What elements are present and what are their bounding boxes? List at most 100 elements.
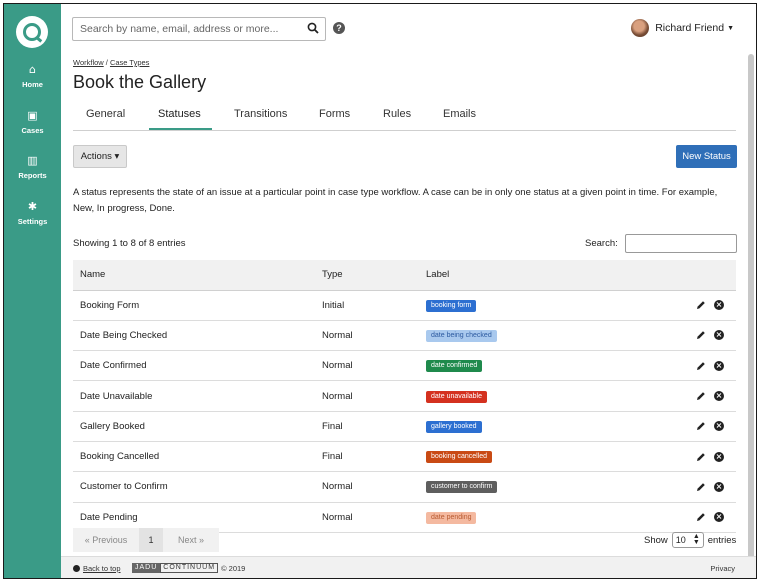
pencil-icon[interactable]: [696, 361, 706, 371]
status-label-cell: gallery booked: [419, 411, 618, 442]
pencil-icon[interactable]: [696, 300, 706, 310]
back-to-top-link[interactable]: Back to top: [73, 564, 121, 573]
status-label-cell: date confirmed: [419, 350, 618, 382]
home-icon: ⌂: [29, 63, 36, 76]
page-length-control: Show 10 ▲ ▼ entries: [644, 532, 736, 548]
status-label-cell: date unavailable: [419, 380, 618, 412]
tab-general[interactable]: General: [86, 108, 125, 128]
status-name: Booking Cancelled: [73, 441, 315, 473]
entries-label: entries: [707, 534, 737, 546]
table-search-input[interactable]: [625, 234, 737, 253]
delete-icon[interactable]: ×: [714, 391, 724, 402]
sidebar-item-home[interactable]: ⌂ Home: [4, 64, 61, 90]
page-number-button[interactable]: 1: [139, 528, 163, 552]
delete-icon[interactable]: ×: [714, 512, 724, 523]
tab-statuses[interactable]: Statuses: [149, 108, 212, 130]
sidebar-item-label: Cases: [21, 126, 44, 135]
tab-rules[interactable]: Rules: [383, 108, 411, 128]
search-input[interactable]: [73, 18, 293, 40]
statuses-table: Name Type Label Booking Form Initial booki…: [73, 260, 736, 533]
main-area: ? Richard Friend ▼ Workflow / Case Types…: [61, 4, 756, 578]
table-search-label: Search:: [585, 238, 618, 249]
status-type: Normal: [315, 471, 419, 503]
sidebar-item-reports[interactable]: ▥ Reports: [4, 155, 61, 181]
help-icon[interactable]: ?: [333, 22, 345, 34]
tab-forms[interactable]: Forms: [319, 108, 350, 128]
sidebar: ⌂ Home ▣ Cases ▥ Reports ✱ Settings: [4, 4, 61, 578]
search-icon[interactable]: [307, 22, 319, 34]
row-actions: ×: [617, 471, 736, 503]
pencil-icon[interactable]: [696, 482, 706, 492]
actions-dropdown-button[interactable]: Actions ▾: [73, 145, 127, 168]
status-label-badge: customer to confirm: [426, 481, 498, 494]
column-header-name[interactable]: Name: [73, 260, 315, 291]
delete-icon[interactable]: ×: [714, 300, 724, 311]
breadcrumb-workflow[interactable]: Workflow: [73, 58, 104, 67]
scrollbar[interactable]: [748, 54, 754, 564]
status-name: Customer to Confirm: [73, 471, 315, 503]
sidebar-item-label: Settings: [17, 217, 48, 226]
row-actions: ×: [617, 380, 736, 412]
pencil-icon[interactable]: [696, 391, 706, 401]
status-name: Booking Form: [73, 290, 315, 321]
status-label-badge: gallery booked: [426, 420, 482, 433]
status-type: Normal: [315, 380, 419, 412]
delete-icon[interactable]: ×: [714, 330, 724, 341]
status-label-cell: date being checked: [419, 320, 618, 352]
table-row: Booking Cancelled Final booking cancelled ×: [73, 441, 736, 473]
status-label-badge: booking cancelled: [426, 451, 493, 464]
copyright: © 2019: [221, 563, 246, 573]
footer: Back to top JADU CONTINUUM © 2019 Privacy: [61, 556, 756, 578]
arrow-up-circle-icon: [73, 565, 80, 572]
status-label-badge: date unavailable: [426, 390, 487, 403]
pencil-icon[interactable]: [696, 512, 706, 522]
pagination: « Previous 1 Next »: [73, 528, 219, 552]
status-label-cell: date pending: [419, 502, 618, 533]
sidebar-item-settings[interactable]: ✱ Settings: [4, 201, 61, 227]
tab-transitions[interactable]: Transitions: [234, 108, 287, 128]
privacy-link[interactable]: Privacy: [710, 564, 735, 573]
bar-chart-icon: ▥: [27, 154, 38, 167]
row-actions: ×: [617, 320, 736, 352]
status-name: Date Being Checked: [73, 320, 315, 352]
sidebar-item-cases[interactable]: ▣ Cases: [4, 110, 61, 136]
page-length-select[interactable]: 10 ▲ ▼: [671, 532, 704, 548]
table-row: Date Being Checked Normal date being check…: [73, 320, 736, 352]
back-to-top-label: Back to top: [83, 564, 121, 573]
pencil-icon[interactable]: [696, 421, 706, 431]
status-name: Date Unavailable: [73, 380, 315, 412]
table-row: Date Unavailable Normal date unavailable ×: [73, 380, 736, 412]
app-logo[interactable]: [16, 16, 48, 48]
pencil-icon[interactable]: [696, 452, 706, 462]
delete-icon[interactable]: ×: [714, 360, 724, 371]
show-label: Show: [644, 534, 668, 546]
breadcrumb-case-types[interactable]: Case Types: [110, 58, 149, 67]
status-name: Gallery Booked: [73, 411, 315, 442]
table-row: Booking Form Initial booking form ×: [73, 290, 736, 321]
user-menu[interactable]: Richard Friend ▼: [631, 19, 734, 37]
row-actions: ×: [617, 290, 736, 321]
user-name: Richard Friend: [655, 22, 725, 34]
previous-page-button[interactable]: « Previous: [73, 528, 139, 552]
new-status-button[interactable]: New Status: [676, 145, 737, 168]
tab-emails[interactable]: Emails: [443, 108, 476, 128]
status-type: Normal: [315, 502, 419, 533]
status-label-badge: date confirmed: [426, 360, 483, 373]
table-header-row: Name Type Label: [73, 260, 736, 291]
pencil-icon[interactable]: [696, 330, 706, 340]
gear-icon: ✱: [27, 200, 38, 213]
row-actions: ×: [617, 502, 736, 533]
column-header-type[interactable]: Type: [315, 260, 419, 291]
table-row: Date Confirmed Normal date confirmed ×: [73, 350, 736, 382]
column-header-actions: [617, 260, 736, 291]
delete-icon[interactable]: ×: [714, 451, 724, 462]
page-length-value: 10: [675, 535, 686, 545]
status-name: Date Confirmed: [73, 350, 315, 382]
app-window: ⌂ Home ▣ Cases ▥ Reports ✱ Settings ?: [3, 3, 757, 579]
next-page-button[interactable]: Next »: [163, 528, 219, 552]
delete-icon[interactable]: ×: [714, 481, 724, 492]
global-search: [72, 17, 326, 41]
delete-icon[interactable]: ×: [714, 421, 724, 432]
column-header-label[interactable]: Label: [419, 260, 618, 291]
status-label-badge: date being checked: [426, 329, 497, 342]
